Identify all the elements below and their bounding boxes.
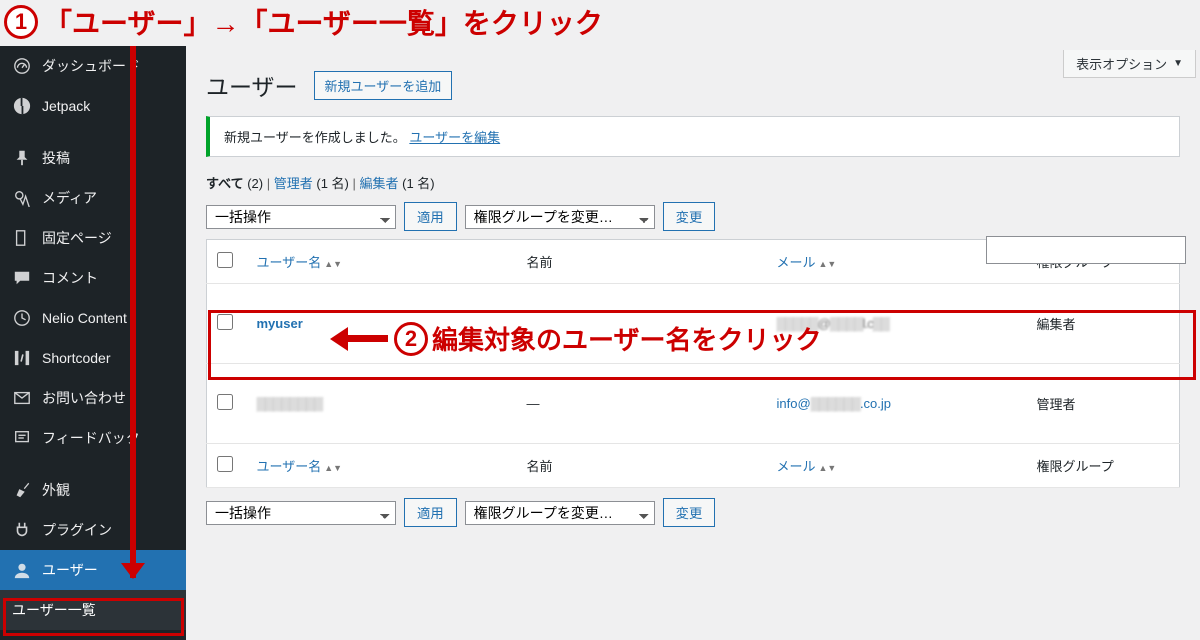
annotation-step1-text: 「ユーザー」→「ユーザー一覧」をクリック (44, 2, 603, 42)
screen-options-tab[interactable]: 表示オプション ▼ (1063, 50, 1196, 78)
sidebar-item-nelio[interactable]: Nelio Content (0, 298, 186, 338)
notice-edit-link[interactable]: ユーザーを編集 (409, 130, 500, 145)
sidebar-item-jetpack[interactable]: Jetpack (0, 86, 186, 126)
sidebar-item-label: ダッシュボード (42, 56, 140, 76)
sidebar-item-dashboard[interactable]: ダッシュボード (0, 46, 186, 86)
filter-admin[interactable]: 管理者 (274, 176, 313, 191)
col-name: 名前 (527, 459, 553, 474)
gauge-icon (12, 56, 32, 76)
plug-icon (12, 520, 32, 540)
user-role: 編集者 (1037, 317, 1076, 332)
sidebar-item-label: Jetpack (42, 98, 90, 114)
add-new-user-button[interactable]: 新規ユーザーを追加 (314, 71, 453, 100)
sidebar-item-label: 固定ページ (42, 228, 112, 248)
filter-all[interactable]: すべて (206, 176, 244, 191)
sidebar-item-label: コメント (42, 268, 98, 288)
bottom-tablenav: 一括操作 適用 権限グループを変更… 変更 (206, 498, 1180, 527)
sidebar-item-feedback[interactable]: フィードバック (0, 418, 186, 458)
jetpack-icon (12, 96, 32, 116)
sidebar-item-label: Nelio Content (42, 310, 127, 326)
sidebar-submenu-users-all[interactable]: ユーザー一覧 (0, 590, 186, 630)
col-email[interactable]: メール (777, 255, 816, 270)
sidebar-item-label: フィードバック (42, 428, 140, 448)
sort-icon: ▲▼ (324, 465, 342, 472)
col-name: 名前 (527, 255, 553, 270)
col-username[interactable]: ユーザー名 (257, 459, 322, 474)
filter-editor-count: (1 名) (402, 176, 435, 191)
filter-editor[interactable]: 編集者 (360, 176, 399, 191)
user-icon (12, 560, 32, 580)
sidebar-item-comments[interactable]: コメント (0, 258, 186, 298)
user-link-myuser[interactable]: myuser (257, 316, 303, 331)
sort-icon: ▲▼ (819, 465, 837, 472)
feedback-icon (12, 428, 32, 448)
sidebar-item-label: 外観 (42, 480, 70, 500)
caret-down-icon: ▼ (1173, 58, 1183, 69)
select-all-checkbox-bottom[interactable] (217, 456, 233, 472)
main-content: 表示オプション ▼ ユーザー 新規ユーザーを追加 新規ユーザーを作成しました。 … (186, 46, 1200, 640)
comment-icon (12, 268, 32, 288)
sidebar-item-label: ユーザー (42, 560, 98, 580)
user-link-obscured[interactable]: ▒▒▒▒▒▒▒▒ (257, 396, 323, 411)
change-role-button[interactable]: 変更 (663, 202, 716, 231)
sort-icon: ▲▼ (819, 261, 837, 268)
sidebar-item-label: Shortcoder (42, 350, 110, 366)
sidebar-item-users[interactable]: ユーザー (0, 550, 186, 590)
shortcode-icon (12, 348, 32, 368)
brush-icon (12, 480, 32, 500)
col-email[interactable]: メール (777, 459, 816, 474)
admin-sidebar: ダッシュボード Jetpack 投稿 メディア 固定ページ コメント Nelio… (0, 46, 186, 640)
sort-icon: ▲▼ (324, 261, 342, 268)
annotation-number-1: 1 (4, 5, 38, 39)
change-role-select[interactable]: 権限グループを変更… (465, 205, 655, 229)
user-name: — (527, 396, 540, 411)
page-title: ユーザー (206, 68, 298, 102)
table-row: ▒▒▒▒▒▒▒▒ — info@▒▒▒▒▒▒.co.jp 管理者 (207, 364, 1180, 444)
search-users-input[interactable] (986, 236, 1186, 264)
sidebar-item-label: お問い合わせ (42, 388, 126, 408)
row-checkbox[interactable] (217, 314, 233, 330)
sidebar-item-appearance[interactable]: 外観 (0, 470, 186, 510)
sidebar-item-contact[interactable]: お問い合わせ (0, 378, 186, 418)
submenu-label: ユーザー一覧 (12, 602, 96, 618)
sidebar-item-label: プラグイン (42, 520, 112, 540)
top-tablenav: 一括操作 適用 権限グループを変更… 変更 (206, 202, 1180, 231)
mail-icon (12, 388, 32, 408)
sidebar-item-pages[interactable]: 固定ページ (0, 218, 186, 258)
col-role: 権限グループ (1037, 459, 1114, 474)
success-notice: 新規ユーザーを作成しました。 ユーザーを編集 (206, 116, 1180, 157)
sidebar-item-label: メディア (42, 188, 97, 208)
row-checkbox[interactable] (217, 394, 233, 410)
change-role-select-bottom[interactable]: 権限グループを変更… (465, 501, 655, 525)
sidebar-item-shortcoder[interactable]: Shortcoder (0, 338, 186, 378)
user-role: 管理者 (1037, 397, 1076, 412)
filter-all-count: (2) (247, 176, 263, 191)
change-role-button-bottom[interactable]: 変更 (663, 498, 716, 527)
sidebar-item-posts[interactable]: 投稿 (0, 138, 186, 178)
user-filter-links: すべて (2) | 管理者 (1 名) | 編集者 (1 名) (206, 173, 1180, 192)
col-username[interactable]: ユーザー名 (257, 255, 322, 270)
media-icon (12, 188, 32, 208)
sidebar-item-label: 投稿 (42, 148, 70, 168)
table-row: myuser ▒▒▒▒▒@▒▒▒▒l.c▒▒ 編集者 (207, 284, 1180, 364)
annotation-step1: 1 「ユーザー」→「ユーザー一覧」をクリック (4, 2, 603, 42)
select-all-checkbox[interactable] (217, 252, 233, 268)
bulk-action-select[interactable]: 一括操作 (206, 205, 396, 229)
users-table: ユーザー名▲▼ 名前 メール▲▼ 権限グループ myuser ▒▒▒▒▒@▒▒▒… (206, 239, 1180, 488)
pin-icon (12, 148, 32, 168)
bulk-apply-button[interactable]: 適用 (404, 202, 457, 231)
filter-admin-count: (1 名) (316, 176, 349, 191)
screen-options-label: 表示オプション (1076, 54, 1167, 73)
table-footer-row: ユーザー名▲▼ 名前 メール▲▼ 権限グループ (207, 444, 1180, 488)
sidebar-item-plugins[interactable]: プラグイン (0, 510, 186, 550)
clock-icon (12, 308, 32, 328)
bulk-apply-button-bottom[interactable]: 適用 (404, 498, 457, 527)
bulk-action-select-bottom[interactable]: 一括操作 (206, 501, 396, 525)
user-email-obscured[interactable]: ▒▒▒▒▒@▒▒▒▒l.c▒▒ (777, 316, 890, 331)
page-icon (12, 228, 32, 248)
user-email-link[interactable]: info@▒▒▒▒▒▒.co.jp (777, 396, 892, 411)
sidebar-item-media[interactable]: メディア (0, 178, 186, 218)
notice-text: 新規ユーザーを作成しました。 (224, 130, 406, 145)
